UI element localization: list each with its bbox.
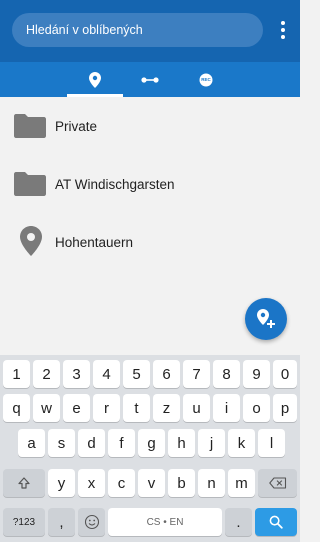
- emoji-icon: [84, 514, 99, 530]
- key[interactable]: 8: [213, 360, 240, 388]
- backspace-key[interactable]: [258, 469, 297, 497]
- search-key[interactable]: [255, 508, 297, 536]
- map-pin-icon: [89, 71, 101, 88]
- key[interactable]: q: [3, 394, 30, 422]
- tab-favorite-places[interactable]: [67, 62, 123, 97]
- period-key[interactable]: .: [225, 508, 252, 536]
- key[interactable]: d: [78, 429, 105, 457]
- key[interactable]: 5: [123, 360, 150, 388]
- key[interactable]: e: [63, 394, 90, 422]
- backspace-icon: [268, 477, 286, 489]
- shift-key[interactable]: [3, 469, 45, 497]
- key[interactable]: y: [48, 469, 75, 497]
- key[interactable]: x: [78, 469, 105, 497]
- key[interactable]: l: [258, 429, 285, 457]
- search-icon: [269, 515, 283, 529]
- list-item-label: Hohentauern: [55, 235, 134, 250]
- key[interactable]: n: [198, 469, 225, 497]
- key[interactable]: 1: [3, 360, 30, 388]
- symbols-key[interactable]: ?123: [3, 508, 45, 536]
- key[interactable]: s: [48, 429, 75, 457]
- tab-bar: REC: [0, 62, 300, 97]
- key[interactable]: 6: [153, 360, 180, 388]
- key[interactable]: 7: [183, 360, 210, 388]
- key[interactable]: i: [213, 394, 240, 422]
- route-icon: [141, 76, 159, 83]
- list-item-label: AT Windischgarsten: [55, 177, 175, 192]
- search-field[interactable]: Hledání v oblíbených: [12, 13, 263, 47]
- map-pin-icon: [20, 226, 42, 256]
- comma-key[interactable]: ,: [48, 508, 75, 536]
- key[interactable]: h: [168, 429, 195, 457]
- rec-badge-text: REC: [201, 77, 211, 82]
- key[interactable]: m: [228, 469, 255, 497]
- key[interactable]: o: [243, 394, 270, 422]
- app-bar: Hledání v oblíbených: [0, 0, 300, 62]
- active-tab-indicator: [67, 94, 123, 97]
- key[interactable]: 9: [243, 360, 270, 388]
- add-location-icon: [257, 309, 275, 328]
- tab-routes[interactable]: [124, 62, 176, 97]
- key[interactable]: b: [168, 469, 195, 497]
- key[interactable]: f: [108, 429, 135, 457]
- list-item[interactable]: Private: [0, 103, 300, 151]
- folder-icon: [14, 172, 46, 196]
- list-item[interactable]: Hohentauern: [0, 218, 300, 266]
- add-place-button[interactable]: [245, 298, 287, 340]
- folder-icon: [14, 114, 46, 138]
- key[interactable]: 0: [273, 360, 297, 388]
- key[interactable]: g: [138, 429, 165, 457]
- key[interactable]: k: [228, 429, 255, 457]
- key[interactable]: u: [183, 394, 210, 422]
- tab-recordings[interactable]: REC: [180, 62, 232, 97]
- key[interactable]: 4: [93, 360, 120, 388]
- key[interactable]: v: [138, 469, 165, 497]
- key[interactable]: z: [153, 394, 180, 422]
- key[interactable]: a: [18, 429, 45, 457]
- key[interactable]: c: [108, 469, 135, 497]
- key[interactable]: t: [123, 394, 150, 422]
- search-placeholder: Hledání v oblíbených: [26, 23, 143, 37]
- overflow-menu-icon[interactable]: [276, 18, 290, 44]
- space-key[interactable]: CS • EN: [108, 508, 222, 536]
- key[interactable]: r: [93, 394, 120, 422]
- key[interactable]: w: [33, 394, 60, 422]
- emoji-key[interactable]: [78, 508, 105, 536]
- key[interactable]: j: [198, 429, 225, 457]
- list-item-label: Private: [55, 119, 98, 134]
- shift-arrow-icon: [18, 477, 30, 489]
- key[interactable]: 3: [63, 360, 90, 388]
- key[interactable]: p: [273, 394, 297, 422]
- key[interactable]: 2: [33, 360, 60, 388]
- soft-keyboard: 1 2 3 4 5 6 7 8 9 0 q w e r t z u i o p …: [0, 355, 300, 542]
- list-item[interactable]: AT Windischgarsten: [0, 161, 300, 209]
